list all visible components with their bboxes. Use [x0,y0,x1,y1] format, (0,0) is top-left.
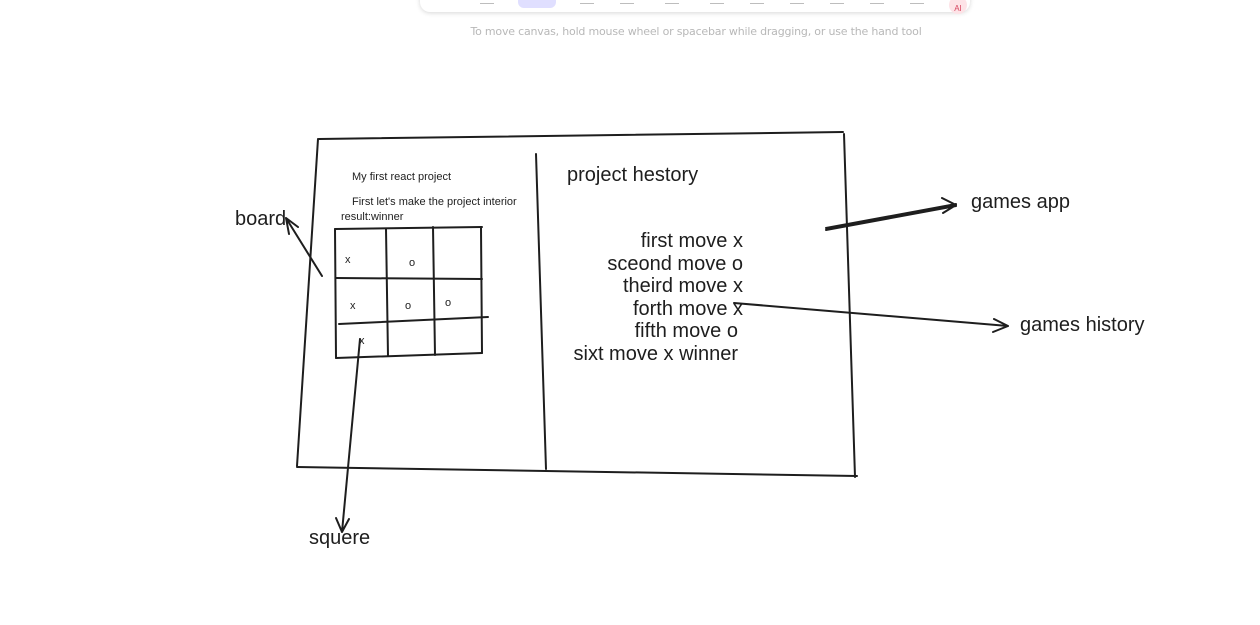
games-app-label[interactable]: games app [971,191,1070,213]
left-panel-title[interactable]: My first react project [352,171,451,183]
board-cell[interactable]: o [445,297,451,309]
app-frame-bottom [296,466,858,477]
move-history-list: first move x sceond move o theird move x… [574,230,744,365]
drawing-canvas[interactable]: x o x o o x My first react project First… [0,0,1260,625]
panel-divider [535,153,547,470]
board-grid-line [338,316,489,325]
board-arrow [285,217,323,277]
board-cell[interactable]: o [405,300,411,312]
move-history-item[interactable]: fifth move o [635,320,738,342]
board-grid-line [334,226,483,230]
board-cell[interactable]: x [359,335,365,347]
move-history-item[interactable]: sixt move x winner [574,343,739,365]
board-cell[interactable]: x [345,254,351,266]
move-history-item[interactable]: forth move x [633,298,743,320]
right-panel-title[interactable]: project hestory [567,164,698,186]
result-text[interactable]: result:winner [341,211,404,223]
move-history-item[interactable]: first move x [641,230,743,252]
move-history-item[interactable]: theird move x [623,275,743,297]
board-grid-line [334,228,337,359]
app-frame-right [843,133,856,478]
board-grid-line [480,227,483,354]
board-label[interactable]: board [235,208,286,230]
move-history-item[interactable]: sceond move o [607,253,743,275]
left-panel-subtitle[interactable]: First let's make the project interior [352,196,517,208]
board-cell[interactable]: x [350,300,356,312]
app-frame-top [318,131,844,140]
board-grid-line [432,226,436,356]
squere-arrow [335,338,361,533]
squere-label[interactable]: squere [309,527,370,549]
board-grid-line [385,228,389,357]
board-cell[interactable]: o [409,257,415,269]
games-history-label[interactable]: games history [1020,314,1145,336]
board-grid-line [335,277,483,280]
games-history-arrow [733,302,1009,333]
app-frame-left [296,138,319,467]
